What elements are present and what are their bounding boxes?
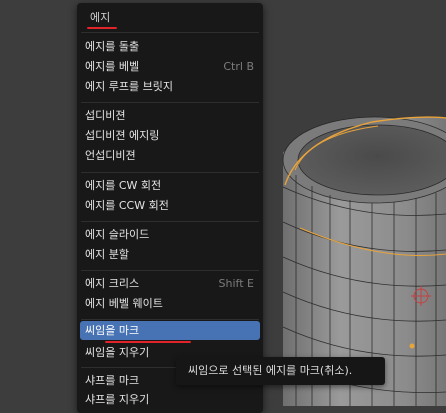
shortcut-label: Shift E <box>218 277 254 290</box>
edge-menu: 에지 에지를 돌출 에지를 베벨 Ctrl B 에지 루프를 브릿지 섭디비젼 … <box>77 3 263 413</box>
menu-separator <box>81 172 259 173</box>
menu-item-clear-sharp[interactable]: 샤프를 지우기 <box>80 390 260 409</box>
menu-item-bevel-edges[interactable]: 에지를 베벨 Ctrl B <box>80 57 260 76</box>
menu-separator <box>81 270 259 271</box>
menu-separator <box>81 319 259 320</box>
menu-separator <box>81 32 259 33</box>
menu-separator <box>81 102 259 103</box>
menu-separator <box>81 221 259 222</box>
tooltip: 씨임으로 선택된 에지를 마크(취소). <box>176 357 385 385</box>
menu-item-mark-seam[interactable]: 씨임을 마크 <box>80 321 260 340</box>
annotation-underline-title <box>87 27 117 29</box>
menu-item-edge-bevel-weight[interactable]: 에지 베벨 웨이트 <box>80 294 260 313</box>
menu-title: 에지 <box>90 11 111 24</box>
shortcut-label: Ctrl B <box>223 60 254 73</box>
menu-item-edge-crease[interactable]: 에지 크리스 Shift E <box>80 274 260 293</box>
menu-item-extrude-edges[interactable]: 에지를 돌출 <box>80 37 260 56</box>
menu-item-unsubdivide[interactable]: 언섭디비젼 <box>80 146 260 165</box>
menu-item-edge-slide[interactable]: 에지 슬라이드 <box>80 225 260 244</box>
menu-item-bridge-edge-loops[interactable]: 에지 루프를 브릿지 <box>80 77 260 96</box>
menu-item-rotate-edge-cw[interactable]: 에지를 CW 회전 <box>80 176 260 195</box>
menu-item-subdivide-edge-ring[interactable]: 섭디비젼 에지링 <box>80 126 260 145</box>
tooltip-text: 씨임으로 선택된 에지를 마크(취소). <box>188 364 353 377</box>
menu-item-subdivide[interactable]: 섭디비젼 <box>80 106 260 125</box>
menu-item-edge-split[interactable]: 에지 분할 <box>80 245 260 264</box>
menu-item-rotate-edge-ccw[interactable]: 에지를 CCW 회전 <box>80 196 260 215</box>
